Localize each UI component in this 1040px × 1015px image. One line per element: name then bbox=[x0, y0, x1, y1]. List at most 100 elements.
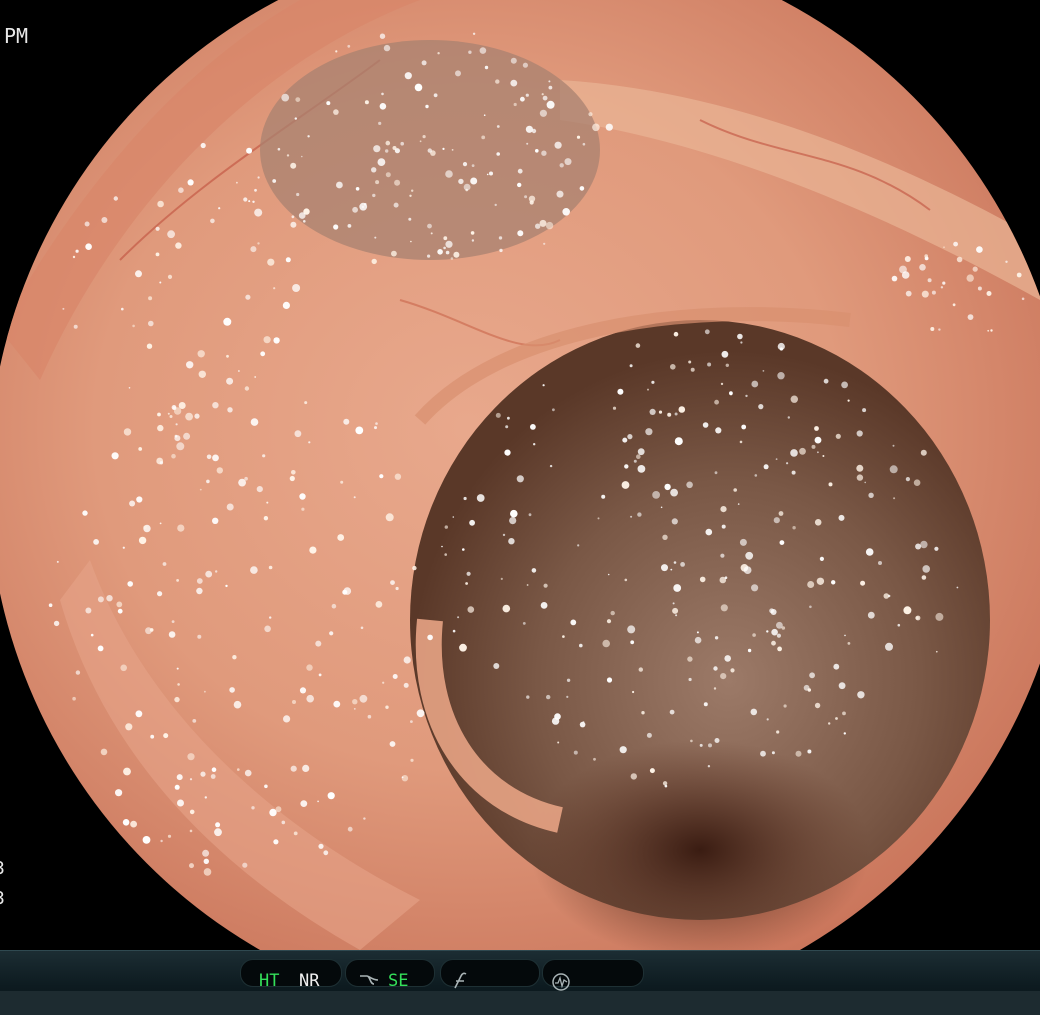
bubble bbox=[828, 482, 833, 487]
bubble bbox=[750, 708, 758, 716]
bubble bbox=[579, 721, 586, 728]
bubble bbox=[304, 401, 308, 405]
bubble bbox=[739, 538, 747, 546]
bubble bbox=[721, 524, 726, 529]
bubble bbox=[498, 236, 503, 240]
bubble bbox=[891, 275, 898, 282]
bubble bbox=[745, 394, 748, 398]
bubble bbox=[720, 506, 727, 513]
bubble bbox=[189, 829, 193, 833]
bubble bbox=[671, 518, 678, 525]
bubble bbox=[200, 771, 206, 777]
bubble bbox=[227, 407, 233, 413]
bubble bbox=[315, 640, 322, 647]
bubble bbox=[197, 634, 202, 639]
bubble bbox=[462, 548, 465, 551]
bubble bbox=[795, 750, 802, 757]
bubble bbox=[383, 44, 391, 52]
bubble bbox=[844, 634, 846, 637]
bubble bbox=[262, 454, 266, 458]
bubble bbox=[363, 817, 366, 820]
bubble bbox=[250, 418, 259, 426]
curve-icon bbox=[360, 975, 379, 985]
bubble bbox=[176, 774, 183, 781]
bubble bbox=[106, 595, 113, 602]
bubble bbox=[97, 596, 104, 603]
bubble bbox=[930, 327, 935, 331]
bubble bbox=[463, 183, 471, 191]
bubble bbox=[167, 230, 176, 239]
bubble bbox=[379, 103, 387, 110]
bubble bbox=[548, 85, 553, 90]
bubble bbox=[273, 839, 279, 845]
bubble bbox=[889, 465, 898, 474]
bubble bbox=[714, 636, 719, 640]
bubble bbox=[776, 621, 783, 629]
bubble bbox=[444, 525, 448, 529]
bubble bbox=[307, 135, 310, 138]
bubble bbox=[90, 633, 94, 637]
bubble bbox=[378, 121, 382, 125]
bubble bbox=[670, 488, 678, 497]
bubble bbox=[97, 645, 104, 652]
bubble bbox=[905, 477, 911, 482]
bubble bbox=[899, 265, 907, 274]
bubble bbox=[564, 158, 572, 166]
bubble bbox=[702, 422, 709, 428]
bubble bbox=[557, 741, 560, 744]
bubble bbox=[254, 376, 257, 378]
bubble bbox=[75, 670, 81, 675]
bubble bbox=[394, 473, 402, 480]
bubble bbox=[792, 526, 796, 530]
bubble bbox=[463, 496, 467, 501]
bubble bbox=[733, 488, 737, 492]
bubble bbox=[956, 586, 959, 589]
bubble bbox=[495, 412, 501, 418]
bubble bbox=[395, 586, 399, 591]
function-icon bbox=[454, 972, 467, 989]
bubble bbox=[977, 286, 982, 291]
bubble bbox=[688, 677, 692, 682]
bubble bbox=[775, 458, 778, 460]
bubble bbox=[237, 768, 240, 771]
bubble bbox=[353, 496, 356, 499]
bubble bbox=[737, 333, 743, 340]
bubble bbox=[776, 730, 780, 734]
bubble bbox=[549, 464, 553, 468]
bubble bbox=[427, 148, 432, 153]
bubble bbox=[359, 202, 368, 211]
bubble bbox=[401, 775, 409, 782]
bubble bbox=[162, 562, 167, 566]
bubble bbox=[73, 324, 78, 329]
bubble bbox=[860, 580, 866, 586]
bubble bbox=[500, 577, 503, 581]
bubble bbox=[542, 95, 548, 101]
bubble bbox=[72, 255, 76, 259]
bubble bbox=[394, 148, 400, 154]
bubble bbox=[953, 241, 958, 247]
bubble bbox=[291, 470, 296, 475]
bubble bbox=[662, 534, 668, 540]
bubble bbox=[264, 625, 271, 633]
bubble bbox=[720, 382, 724, 386]
mode-pill-ht-nr: HT NR bbox=[240, 959, 342, 991]
bubble bbox=[714, 471, 718, 475]
bubble bbox=[966, 274, 974, 282]
bubble bbox=[238, 478, 247, 487]
bubble bbox=[292, 700, 296, 704]
bubble bbox=[379, 33, 386, 39]
bubble bbox=[244, 769, 252, 777]
bubble bbox=[507, 416, 510, 420]
bubble bbox=[686, 481, 693, 489]
bubble bbox=[470, 231, 475, 235]
bubble bbox=[302, 764, 310, 773]
bubble bbox=[934, 546, 939, 551]
bubble bbox=[814, 436, 822, 444]
bubble bbox=[496, 152, 501, 156]
bubble bbox=[360, 626, 364, 630]
bubble bbox=[62, 307, 65, 310]
bubble bbox=[245, 294, 251, 300]
bubble bbox=[1005, 260, 1008, 263]
bubble bbox=[393, 202, 399, 208]
bubble bbox=[807, 581, 815, 588]
